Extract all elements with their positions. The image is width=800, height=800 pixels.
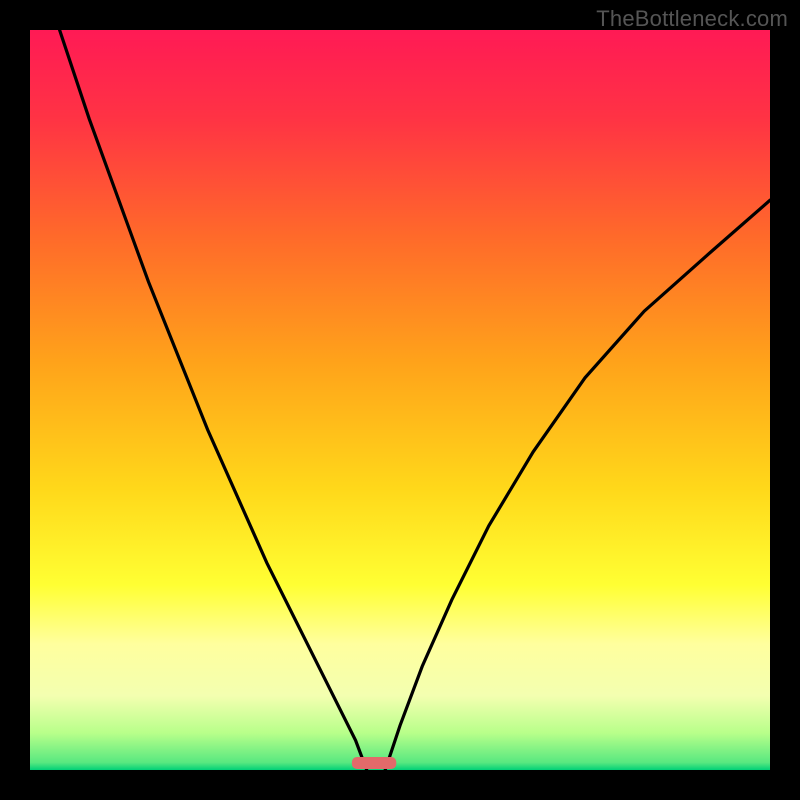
watermark-text: TheBottleneck.com bbox=[596, 6, 788, 32]
chart-background bbox=[30, 30, 770, 770]
minimum-marker bbox=[352, 757, 396, 769]
chart-frame bbox=[30, 30, 770, 770]
bottleneck-chart bbox=[30, 30, 770, 770]
